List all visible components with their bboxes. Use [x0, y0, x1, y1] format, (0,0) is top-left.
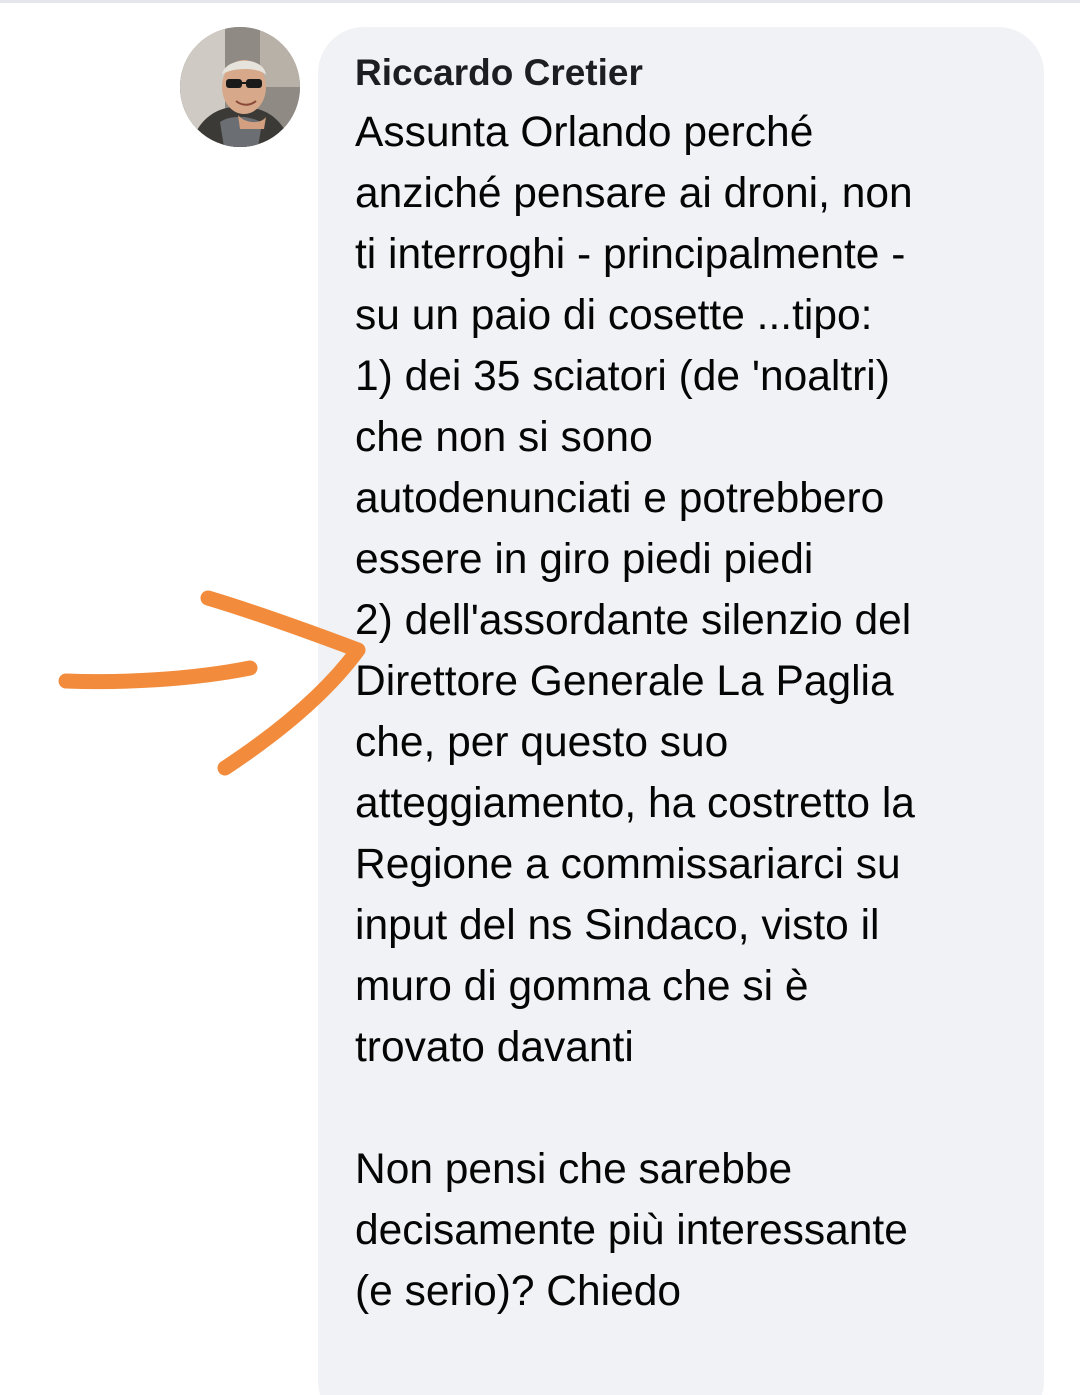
comment-line: trovato davanti	[355, 1024, 634, 1071]
comment-line: atteggiamento, ha costretto la	[355, 780, 915, 827]
comment-line: su un paio di cosette ...tipo:	[355, 292, 873, 339]
avatar[interactable]	[180, 27, 300, 147]
comment-line: autodenunciati e potrebbero	[355, 475, 885, 522]
top-divider	[0, 0, 1080, 3]
screenshot: Riccardo Cretier Assunta Orlando perché …	[0, 0, 1080, 1395]
comment-line: 1) dei 35 sciatori (de 'noaltri)	[355, 353, 890, 400]
comment-line: ti interroghi - principalmente -	[355, 231, 906, 278]
comment-line-break	[355, 1078, 1035, 1139]
comment-line: anziché pensare ai droni, non	[355, 170, 913, 217]
comment-line: 2) dell'assordante silenzio del	[355, 597, 912, 644]
comment-text: Assunta Orlando perché anziché pensare a…	[355, 102, 1035, 1322]
comment-line: che, per questo suo	[355, 719, 729, 766]
comment-line: Assunta Orlando perché	[355, 109, 814, 156]
comment-line: muro di gomma che si è	[355, 963, 809, 1010]
avatar-photo-icon	[180, 27, 300, 147]
comment-line: che non si sono	[355, 414, 653, 461]
comment-line: input del ns Sindaco, visto il	[355, 902, 880, 949]
comment-line: Regione a commissariarci su	[355, 841, 901, 888]
comment-line: (e serio)? Chiedo	[355, 1268, 681, 1315]
comment-line: essere in giro piedi piedi	[355, 536, 814, 583]
comment-line: Direttore Generale La Paglia	[355, 658, 894, 705]
comment-line: Non pensi che sarebbe	[355, 1146, 793, 1193]
comment-author[interactable]: Riccardo Cretier	[355, 49, 643, 97]
comment-line: decisamente più interessante	[355, 1207, 908, 1254]
